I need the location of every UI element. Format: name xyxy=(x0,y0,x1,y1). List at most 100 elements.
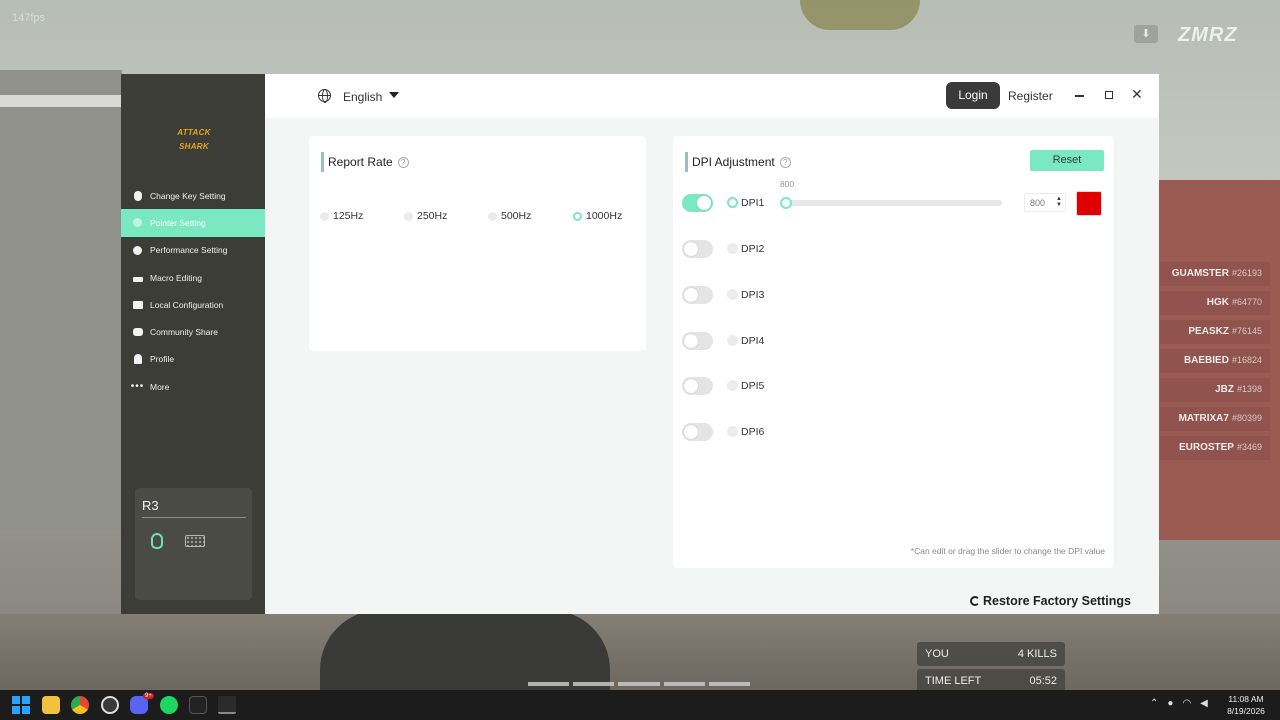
microphone-icon[interactable]: ● xyxy=(1167,698,1173,709)
scoreboard-row: PEASKZ #76145 xyxy=(1160,320,1270,344)
sidebar-item-performance-setting[interactable]: Performance Setting xyxy=(121,237,265,264)
nvidia-icon[interactable] xyxy=(189,696,207,714)
dpi-row-2: DPI2 xyxy=(682,238,1102,260)
report-rate-card: Report Rate? 125Hz 250Hz 500Hz 1000Hz xyxy=(309,136,646,351)
minimize-icon[interactable] xyxy=(1075,95,1084,97)
sidebar-item-label: Change Key Setting xyxy=(150,190,226,201)
dpi-color-swatch[interactable] xyxy=(1076,191,1102,216)
report-rate-option-250[interactable]: 250Hz xyxy=(404,210,447,222)
radio-icon xyxy=(488,211,497,221)
keyboard-icon[interactable] xyxy=(185,535,205,547)
clock-date: 8/19/2026 xyxy=(1227,706,1265,716)
close-icon[interactable]: ✕ xyxy=(1131,86,1143,102)
dpi1-select[interactable] xyxy=(727,197,738,208)
dpi-slider-value: 800 xyxy=(780,179,795,189)
dpi3-select[interactable] xyxy=(727,289,738,300)
dpi2-toggle[interactable] xyxy=(682,240,713,258)
brand-logo: ATTACK SHARK xyxy=(177,128,211,151)
windows-start-icon[interactable] xyxy=(12,696,30,714)
login-button[interactable]: Login xyxy=(946,82,1000,109)
dpi-slider-thumb[interactable] xyxy=(780,197,792,209)
system-tray: ⌃ ● ◠ ◀ xyxy=(1150,698,1208,709)
dpi-label: DPI4 xyxy=(741,335,765,347)
more-icon: ••• xyxy=(130,380,145,392)
dpi-value-input[interactable]: 800 ▲ ▼ xyxy=(1024,193,1066,212)
scoreboard: GUAMSTER #26193 HGK #64770 PEASKZ #76145 BA… xyxy=(1160,262,1270,465)
dpi-label: DPI6 xyxy=(741,426,765,438)
help-icon[interactable]: ? xyxy=(779,157,791,168)
scoreboard-row: BAEBIED #16824 xyxy=(1160,349,1270,373)
scoreboard-row: GUAMSTER #26193 xyxy=(1160,262,1270,286)
dpi3-toggle[interactable] xyxy=(682,286,713,304)
reset-button[interactable]: Reset xyxy=(1030,150,1104,171)
scoreboard-row: EUROSTEP #3469 xyxy=(1160,436,1270,460)
chevron-up-icon[interactable]: ⌃ xyxy=(1150,698,1158,709)
dpi6-toggle[interactable] xyxy=(682,423,713,441)
clock-time: 11:08 AM xyxy=(1228,694,1264,704)
pointer-icon xyxy=(132,217,143,228)
dpi-row-5: DPI5 xyxy=(682,375,1102,397)
sidebar-item-community-share[interactable]: Community Share xyxy=(121,318,265,345)
person-icon xyxy=(132,354,143,365)
sidebar-item-pointer-setting[interactable]: Pointer Setting xyxy=(121,209,265,237)
attack-shark-icon[interactable] xyxy=(218,696,236,714)
sidebar-item-more[interactable]: ••• More xyxy=(121,373,265,400)
dpi-slider[interactable] xyxy=(780,197,1002,209)
game-background-ground xyxy=(0,614,1280,690)
globe-icon[interactable] xyxy=(318,89,331,103)
refresh-icon xyxy=(970,596,980,606)
top-bar: English Login Register ✕ xyxy=(265,74,1159,118)
sidebar-item-macro-editing[interactable]: Macro Editing xyxy=(121,264,265,291)
obs-icon[interactable] xyxy=(101,696,119,714)
dpi6-select[interactable] xyxy=(727,426,738,437)
device-card: R3 xyxy=(135,488,252,600)
restore-factory-settings-button[interactable]: Restore Factory Settings xyxy=(970,594,1131,608)
main-panel: English Login Register ✕ Report Rate? 12… xyxy=(265,74,1159,614)
game-background-wall xyxy=(0,70,122,530)
taskbar-clock[interactable]: 11:08 AM 8/19/2026 xyxy=(1222,693,1270,717)
dpi2-select[interactable] xyxy=(727,243,738,254)
dpi5-toggle[interactable] xyxy=(682,377,713,395)
sidebar-item-local-configuration[interactable]: Local Configuration xyxy=(121,291,265,318)
dpi1-toggle[interactable] xyxy=(682,194,713,212)
sidebar-item-label: Community Share xyxy=(150,327,219,338)
mouse-icon xyxy=(132,190,143,201)
dpi-hint-text: *Can edit or drag the slider to change t… xyxy=(910,546,1105,556)
discord-notification-badge: 9+ xyxy=(143,693,154,699)
stepper-arrows-icon[interactable]: ▲ ▼ xyxy=(1056,196,1062,208)
radio-icon xyxy=(404,211,413,221)
sidebar-item-profile[interactable]: Profile xyxy=(121,346,265,373)
hud-ability-bar xyxy=(528,682,751,686)
sidebar-item-change-key-setting[interactable]: Change Key Setting xyxy=(121,182,265,209)
help-icon[interactable]: ? xyxy=(397,157,409,168)
spotify-icon[interactable] xyxy=(160,696,178,714)
wifi-icon[interactable]: ◠ xyxy=(1182,698,1191,709)
hud-you-label: YOU xyxy=(925,648,949,660)
report-rate-option-500[interactable]: 500Hz xyxy=(488,210,531,222)
register-button[interactable]: Register xyxy=(1008,89,1053,103)
report-rate-option-125[interactable]: 125Hz xyxy=(320,210,363,222)
mouse-icon[interactable] xyxy=(151,533,163,549)
gauge-icon xyxy=(132,245,143,256)
dpi-label: DPI2 xyxy=(741,243,765,255)
dpi5-select[interactable] xyxy=(727,380,738,391)
sidebar-item-label: Pointer Setting xyxy=(150,217,206,228)
dpi4-select[interactable] xyxy=(727,335,738,346)
report-rate-option-1000[interactable]: 1000Hz xyxy=(573,210,622,222)
file-explorer-icon[interactable] xyxy=(42,696,60,714)
chevron-down-icon[interactable] xyxy=(389,92,399,98)
game-background-wall-stripe xyxy=(0,95,122,107)
sidebar-item-label: Local Configuration xyxy=(150,299,224,310)
maximize-icon[interactable] xyxy=(1105,91,1113,99)
language-select[interactable]: English xyxy=(343,90,382,104)
dpi4-toggle[interactable] xyxy=(682,332,713,350)
dpi-row-1: DPI1 800 800 ▲ ▼ xyxy=(682,179,1102,216)
scoreboard-row: JBZ #1398 xyxy=(1160,378,1270,402)
dpi-adjustment-card: DPI Adjustment? Reset DPI1 800 800 ▲ ▼ D… xyxy=(673,136,1114,568)
fps-counter: 147fps xyxy=(12,12,46,24)
sidebar-item-label: More xyxy=(150,381,170,392)
chrome-icon[interactable] xyxy=(71,696,89,714)
sidebar-item-label: Performance Setting xyxy=(150,245,228,256)
volume-icon[interactable]: ◀ xyxy=(1200,698,1208,709)
dpi-row-4: DPI4 xyxy=(682,330,1102,352)
